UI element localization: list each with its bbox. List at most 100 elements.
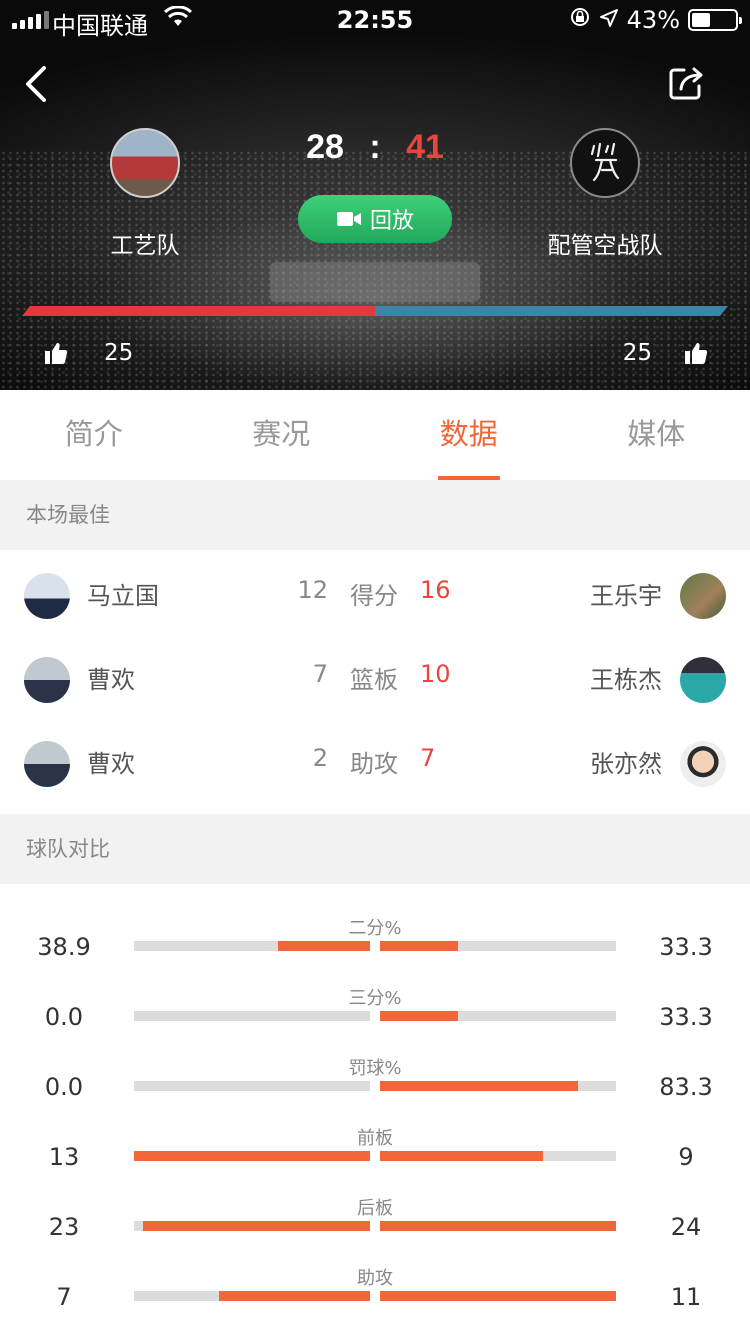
left-player-name[interactable]: 曹欢 <box>87 744 135 779</box>
compare-row: 前板 13 9 <box>0 1124 750 1194</box>
compare-row: 二分% 38.9 33.3 <box>0 914 750 984</box>
right-player-name[interactable]: 王乐宇 <box>590 576 662 611</box>
away-team-logo[interactable] <box>570 128 640 198</box>
away-value: 24 <box>670 1213 702 1241</box>
home-team-name: 工艺队 <box>110 233 180 259</box>
home-value: 38.9 <box>37 933 91 961</box>
tab-media[interactable]: 媒体 <box>563 390 750 480</box>
compare-row: 罚球% 0.0 83.3 <box>0 1054 750 1124</box>
home-bar <box>143 1221 370 1231</box>
away-bar <box>380 1221 616 1231</box>
stat-name: 得分 <box>350 582 398 610</box>
avatar[interactable] <box>680 657 726 703</box>
away-bar-track <box>380 1221 616 1231</box>
right-player-value: 7 <box>420 744 436 772</box>
calligraphy-logo-icon <box>590 142 620 182</box>
home-vote-bar <box>22 306 375 316</box>
left-player-name[interactable]: 马立国 <box>87 576 159 611</box>
away-bar-track <box>380 1291 616 1301</box>
right-player-value: 16 <box>420 576 451 604</box>
away-like-count: 25 <box>622 340 652 366</box>
thumbs-up-icon <box>685 343 708 364</box>
home-value: 0.0 <box>44 1003 84 1031</box>
battery-percentage: 43% <box>626 6 680 34</box>
stat-name: 篮板 <box>350 666 398 694</box>
chevron-left-icon <box>26 66 46 102</box>
best-player-row: 曹欢 7 篮板 10 王栋杰 <box>0 640 750 724</box>
away-like-button[interactable]: 25 <box>623 340 708 366</box>
share-icon <box>669 67 703 100</box>
court-image <box>270 262 480 302</box>
home-team-logo[interactable] <box>110 128 180 198</box>
best-player-row: 马立国 12 得分 16 王乐宇 <box>0 556 750 640</box>
avatar[interactable] <box>24 657 70 703</box>
right-player-name[interactable]: 王栋杰 <box>590 660 662 695</box>
location-arrow-icon <box>599 6 619 34</box>
share-button[interactable] <box>666 62 708 104</box>
compare-row: 三分% 0.0 33.3 <box>0 984 750 1054</box>
avatar[interactable] <box>24 741 70 787</box>
home-bar <box>219 1291 370 1301</box>
avatar[interactable] <box>680 573 726 619</box>
away-team-name: 配管空战队 <box>547 233 663 259</box>
tab-bar: 简介 赛况 数据 媒体 <box>0 390 750 480</box>
left-player-value: 12 <box>297 576 328 604</box>
avatar[interactable] <box>24 573 70 619</box>
away-bar-track <box>380 1081 616 1091</box>
replay-label: 回放 <box>369 209 414 234</box>
away-bar <box>380 1011 458 1021</box>
away-bar <box>380 1081 578 1091</box>
vote-ratio-bar <box>22 306 728 316</box>
score-separator: : <box>369 128 381 166</box>
tab-intro[interactable]: 简介 <box>0 390 188 480</box>
thumbs-up-icon <box>45 343 68 364</box>
best-player-row: 曹欢 2 助攻 7 张亦然 <box>0 724 750 808</box>
away-bar-track <box>380 1151 616 1161</box>
away-bar <box>380 941 458 951</box>
home-bar-track <box>134 1011 370 1021</box>
tab-data[interactable]: 数据 <box>375 390 563 480</box>
away-value: 11 <box>670 1283 702 1311</box>
home-like-button[interactable]: 25 <box>44 340 133 366</box>
avatar[interactable] <box>680 741 726 787</box>
right-player-value: 10 <box>420 660 451 688</box>
team-compare-header: 球队对比 <box>0 814 750 884</box>
away-value: 9 <box>678 1143 694 1171</box>
back-button[interactable] <box>20 62 60 106</box>
away-bar <box>380 1151 543 1161</box>
home-bar-track <box>134 1221 370 1231</box>
replay-button[interactable]: 回放 <box>298 195 452 243</box>
right-player-name[interactable]: 张亦然 <box>590 744 662 779</box>
best-players-header: 本场最佳 <box>0 480 750 550</box>
tab-live[interactable]: 赛况 <box>188 390 376 480</box>
home-like-count: 25 <box>104 340 134 366</box>
home-bar-track <box>134 1081 370 1091</box>
left-player-name[interactable]: 曹欢 <box>87 660 135 695</box>
home-value: 23 <box>48 1213 80 1241</box>
status-bar: 中国联通 22:55 43% <box>0 0 750 40</box>
home-value: 13 <box>48 1143 80 1171</box>
away-value: 33.3 <box>659 1003 713 1031</box>
home-bar <box>134 1151 370 1161</box>
video-camera-icon <box>336 212 361 226</box>
away-value: 83.3 <box>659 1073 713 1101</box>
home-value: 0.0 <box>44 1073 84 1101</box>
compare-row: 后板 23 24 <box>0 1194 750 1264</box>
away-bar <box>380 1291 616 1301</box>
rotation-lock-icon <box>569 6 591 34</box>
home-bar-track <box>134 941 370 951</box>
home-bar-track <box>134 1151 370 1161</box>
away-bar-track <box>380 1011 616 1021</box>
away-bar-track <box>380 941 616 951</box>
home-score: 28 <box>306 128 344 166</box>
left-player-value: 7 <box>312 660 328 688</box>
battery-icon <box>688 9 742 31</box>
match-header: 中国联通 22:55 43% 工艺队 配管空战队 28: 41 回放 25 2… <box>0 0 750 390</box>
stat-name: 助攻 <box>350 750 398 778</box>
home-value: 7 <box>56 1283 72 1311</box>
left-player-value: 2 <box>312 744 328 772</box>
away-value: 33.3 <box>659 933 713 961</box>
compare-row: 助攻 7 11 <box>0 1264 750 1334</box>
home-bar <box>278 941 370 951</box>
home-bar-track <box>134 1291 370 1301</box>
